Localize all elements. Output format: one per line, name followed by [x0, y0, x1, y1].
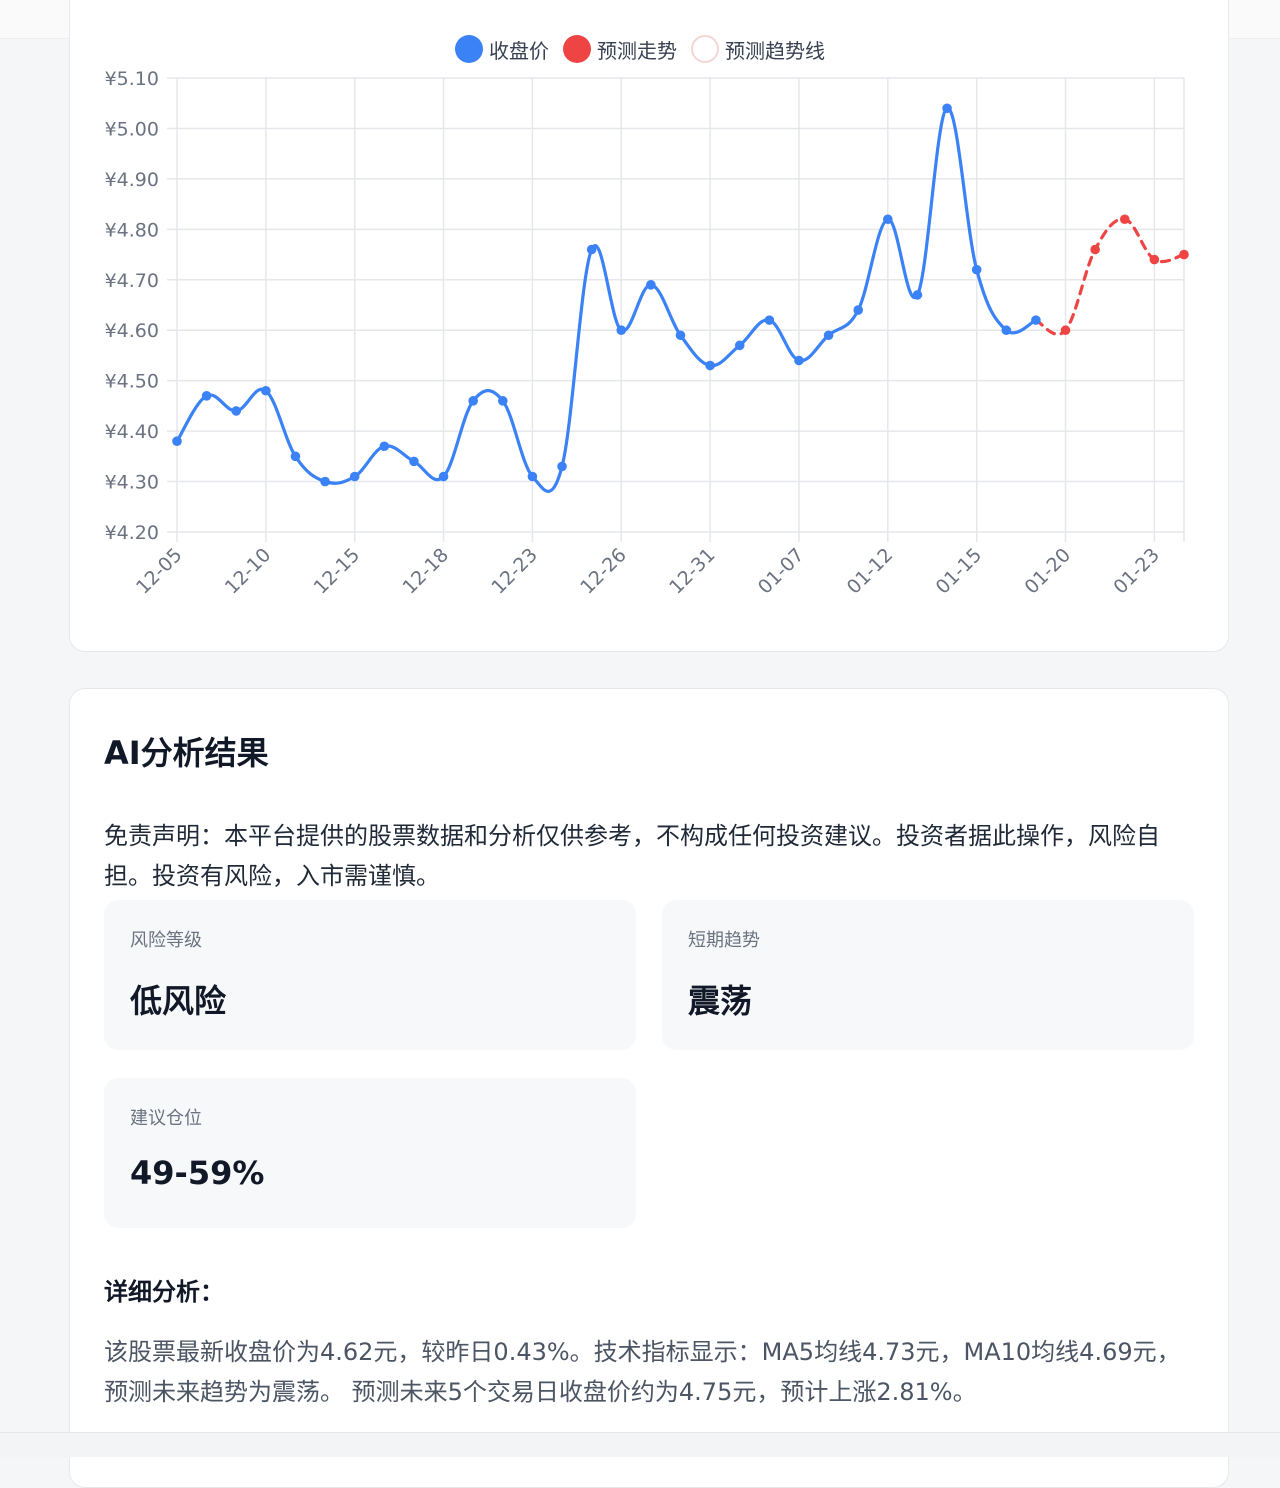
- close-price-point: [853, 305, 864, 315]
- close-price-series-line: [175, 106, 1038, 493]
- close-price-point: [1001, 325, 1012, 336]
- close-price-point: [172, 436, 182, 447]
- y-tick-label: ¥4.90: [105, 169, 159, 191]
- forecast-point: [1090, 244, 1100, 255]
- legend-item-forecast[interactable]: 预测走势: [563, 35, 677, 64]
- close-price-point: [557, 461, 567, 472]
- legend-item-trendline[interactable]: 预测趋势线: [691, 35, 825, 64]
- metric-short-term-trend: 短期趋势 震荡: [662, 900, 1194, 1050]
- y-tick-label: ¥5.00: [105, 118, 159, 140]
- close-price-point: [261, 385, 271, 396]
- y-tick-label: ¥5.10: [105, 68, 159, 90]
- x-tick-label: 01-12: [843, 544, 898, 599]
- x-tick-label: 01-07: [754, 544, 809, 599]
- metric-value: 49-59%: [130, 1154, 265, 1192]
- x-tick-label: 12-18: [398, 544, 453, 599]
- close-price-point: [586, 244, 597, 255]
- close-price-point: [734, 340, 745, 351]
- y-tick-label: ¥4.80: [105, 219, 159, 241]
- close-price-point: [201, 391, 212, 401]
- x-tick-label: 01-23: [1109, 544, 1164, 599]
- close-price-point: [764, 315, 775, 325]
- metric-suggested-position: 建议仓位 49-59%: [104, 1078, 636, 1228]
- metric-label: 风险等级: [130, 930, 202, 951]
- detail-analysis-text: 该股票最新收盘价为4.62元，较昨日0.43%。技术指标显示：MA5均线4.73…: [104, 1338, 1181, 1406]
- close-price-point: [794, 355, 804, 366]
- x-tick-label: 12-31: [665, 544, 720, 599]
- metric-risk-level: 风险等级 低风险: [104, 900, 636, 1050]
- x-tick-label: 12-23: [487, 544, 542, 599]
- x-tick-label: 01-20: [1020, 544, 1075, 599]
- legend-swatch-close-price: [455, 35, 483, 63]
- close-price-point: [349, 471, 360, 482]
- legend-item-close-price[interactable]: 收盘价: [455, 35, 549, 64]
- y-tick-label: ¥4.40: [105, 421, 159, 443]
- metric-label: 建议仓位: [130, 1108, 202, 1129]
- forecast-point: [1149, 254, 1160, 265]
- x-tick-label: 12-05: [132, 544, 187, 599]
- legend-swatch-trendline: [691, 35, 719, 63]
- close-price-point: [616, 325, 627, 336]
- y-tick-label: ¥4.70: [105, 270, 159, 292]
- close-price-point: [379, 441, 390, 452]
- close-price-point: [497, 396, 508, 406]
- legend-label: 收盘价: [489, 38, 549, 63]
- legend-label: 预测走势: [597, 38, 677, 63]
- forecast-point: [1060, 325, 1071, 336]
- x-tick-label: 12-10: [221, 544, 276, 599]
- y-tick-label: ¥4.50: [105, 371, 159, 393]
- forecast-point: [1179, 249, 1189, 260]
- disclaimer-text: 免责声明：本平台提供的股票数据和分析仅供参考，不构成任何投资建议。投资者据此操作…: [104, 822, 1160, 890]
- close-price-point: [823, 330, 834, 341]
- bottom-nav-bar: [0, 1432, 1280, 1457]
- close-price-point: [527, 471, 538, 482]
- close-price-point: [409, 456, 419, 467]
- y-tick-label: ¥4.60: [105, 320, 159, 342]
- detail-analysis-title: 详细分析：: [104, 1278, 224, 1306]
- x-tick-label: 12-26: [576, 544, 631, 599]
- close-price-point: [942, 103, 952, 114]
- forecast-point: [1119, 214, 1130, 225]
- close-price-point: [705, 360, 715, 371]
- chart-legend: 收盘价 预测走势 预测趋势线: [0, 34, 1280, 64]
- metric-value: 震荡: [688, 982, 753, 1020]
- metric-label: 短期趋势: [688, 930, 760, 951]
- forecast-series-line: [1034, 217, 1186, 336]
- close-price-point: [231, 406, 242, 416]
- metric-value: 低风险: [130, 982, 227, 1020]
- close-price-point: [290, 451, 301, 462]
- x-tick-label: 01-15: [932, 544, 987, 599]
- y-tick-label: ¥4.30: [105, 472, 159, 494]
- analysis-title: AI分析结果: [104, 734, 269, 772]
- close-price-point: [438, 471, 449, 482]
- legend-label: 预测趋势线: [725, 38, 825, 63]
- close-price-point: [1031, 315, 1041, 325]
- close-price-point: [675, 330, 686, 341]
- y-tick-label: ¥4.20: [105, 522, 159, 544]
- close-price-point: [320, 476, 330, 487]
- close-price-point: [883, 214, 893, 225]
- price-line-chart: ¥4.20 ¥4.30 ¥4.40 ¥4.50 ¥4.60 ¥4.70 ¥4.80 ¥4.90…: [105, 68, 1189, 599]
- close-price-point: [971, 264, 982, 275]
- close-price-point: [912, 290, 923, 300]
- close-price-point: [646, 280, 656, 290]
- close-price-point: [468, 396, 478, 406]
- legend-swatch-forecast: [563, 35, 591, 63]
- x-tick-label: 12-15: [310, 544, 365, 599]
